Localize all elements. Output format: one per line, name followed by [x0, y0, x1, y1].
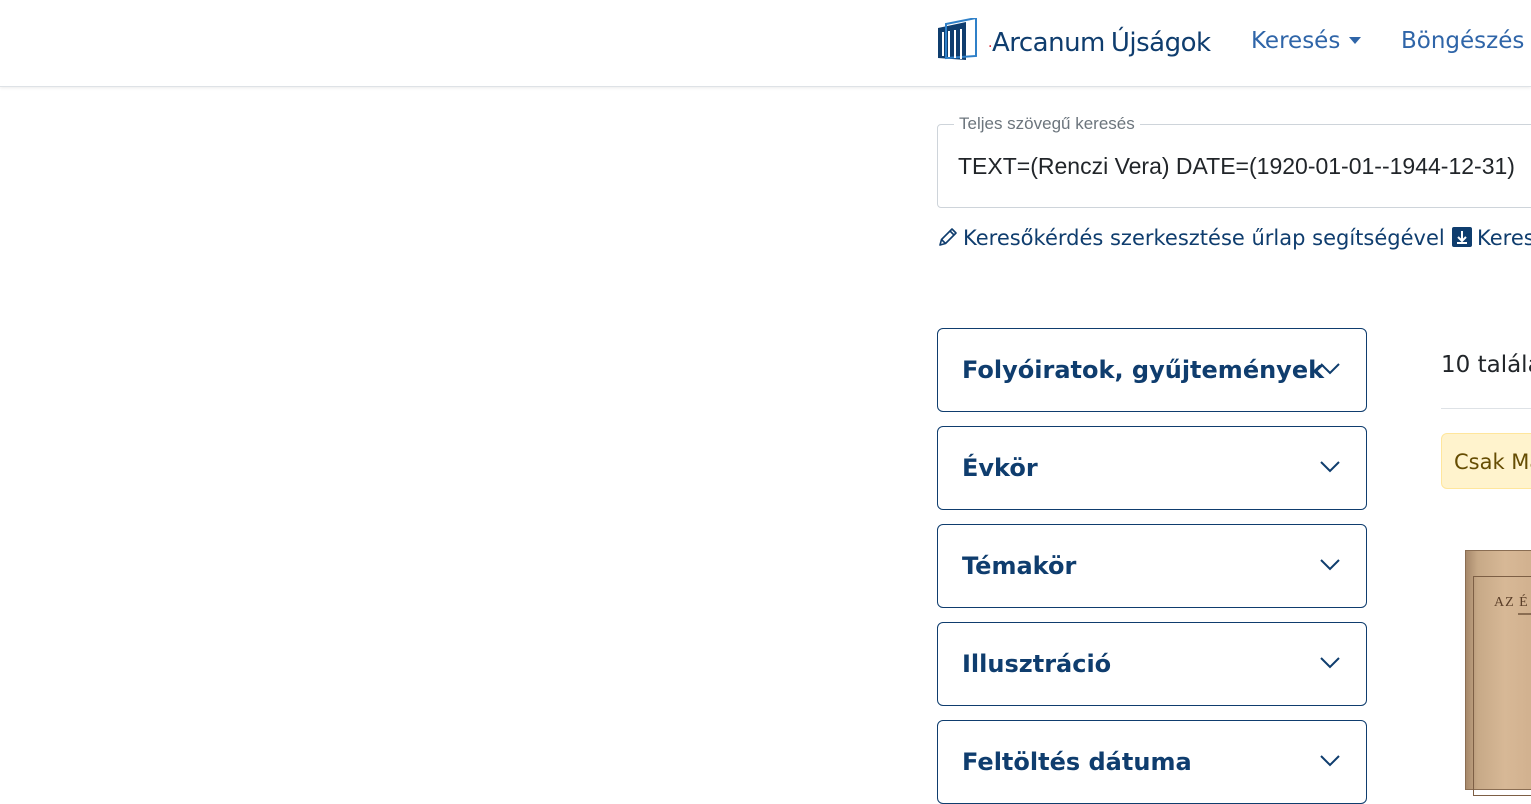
edit-query-label: Keresőkérdés szerkesztése űrlap segítség…: [963, 226, 1445, 250]
thumbnail-rule: [1518, 613, 1531, 615]
logo-wordmark: ·Arcanum Újságok: [988, 28, 1211, 58]
notice-alert[interactable]: Csak Ma: [1441, 433, 1531, 489]
caret-down-icon: [1349, 37, 1362, 44]
chevron-down-icon: [1320, 755, 1340, 767]
facet-year-range[interactable]: Évkör: [937, 426, 1367, 510]
nav-search-label: Keresés: [1251, 28, 1341, 54]
fulltext-search-field: Teljes szövegű keresés: [937, 114, 1531, 208]
facet-title: Témakör: [962, 552, 1077, 580]
thumbnail-title-text: AZ É: [1494, 595, 1529, 610]
search-legend: Teljes szövegű keresés: [954, 114, 1140, 134]
results-count: 10 találat: [1441, 352, 1531, 378]
nav-browse-link[interactable]: Böngészés: [1401, 28, 1524, 54]
save-query-label: Keresés: [1477, 226, 1531, 250]
nav-browse-label: Böngészés: [1401, 28, 1525, 54]
arcanum-logo[interactable]: ·Arcanum Újságok: [936, 18, 1216, 66]
facet-title: Folyóiratok, gyűjtemények: [962, 356, 1325, 384]
facet-upload-date[interactable]: Feltöltés dátuma: [937, 720, 1367, 804]
search-input[interactable]: [958, 153, 1531, 180]
logo-product-text: Újságok: [1110, 28, 1211, 58]
nav-search-dropdown[interactable]: Keresés: [1251, 28, 1362, 54]
edit-query-form-link[interactable]: Keresőkérdés szerkesztése űrlap segítség…: [937, 226, 1445, 250]
facet-illustration[interactable]: Illusztráció: [937, 622, 1367, 706]
books-logo-icon: [938, 18, 977, 60]
pencil-icon: [939, 228, 957, 246]
chevron-down-icon: [1320, 461, 1340, 473]
download-box-icon: [1452, 227, 1472, 247]
chevron-down-icon: [1320, 363, 1340, 375]
logo-brand-text: Arcanum: [991, 28, 1105, 58]
result-thumbnail[interactable]: AZ É: [1465, 550, 1531, 796]
top-navbar: ·Arcanum Újságok Keresés Böngészés: [0, 0, 1531, 87]
save-query-link[interactable]: Keresés: [1451, 226, 1531, 250]
facet-topic[interactable]: Témakör: [937, 524, 1367, 608]
facet-title: Feltöltés dátuma: [962, 748, 1192, 776]
chevron-down-icon: [1320, 657, 1340, 669]
facet-periodicals[interactable]: Folyóiratok, gyűjtemények: [937, 328, 1367, 412]
notice-text: Csak Ma: [1454, 450, 1531, 474]
chevron-down-icon: [1320, 559, 1340, 571]
facet-title: Évkör: [962, 454, 1038, 482]
facet-title: Illusztráció: [962, 650, 1112, 678]
results-divider: [1441, 408, 1531, 409]
